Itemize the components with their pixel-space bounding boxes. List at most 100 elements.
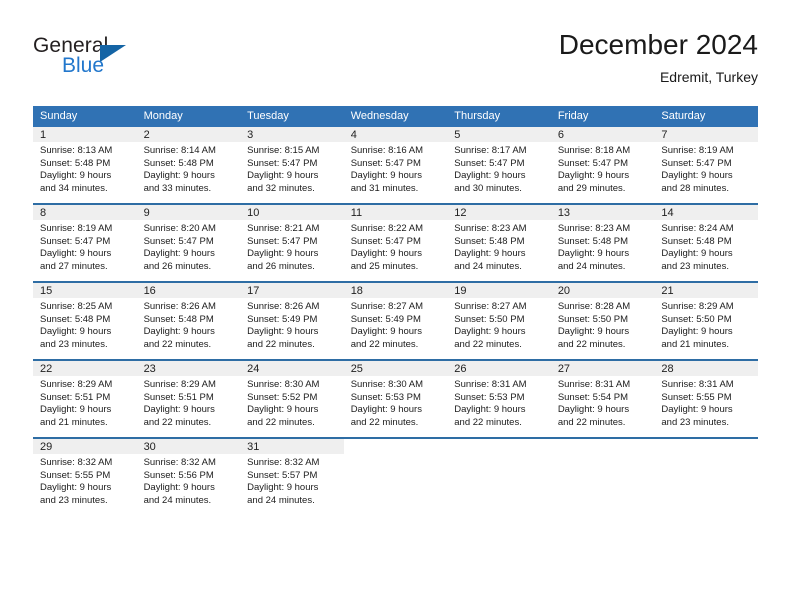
daylight-text-line1: Daylight: 9 hours [557,326,630,338]
daylight-text-line2: and 23 minutes. [40,338,108,350]
day-number: 23 [136,361,241,376]
sunset-text: Sunset: 5:48 PM [557,235,629,247]
sunrise-text: Sunrise: 8:29 AM [661,301,734,312]
daylight-text-line2: and 24 minutes. [454,260,522,272]
daylight-text-line1: Daylight: 9 hours [40,248,112,260]
daylight-text-line2: and 22 minutes. [350,338,419,350]
day-cell[interactable]: 11 Sunrise: 8:22 AM Sunset: 5:47 PM Dayl… [343,203,448,282]
day-cell[interactable]: 5 Sunrise: 8:17 AM Sunset: 5:47 PM Dayli… [447,127,551,204]
day-cell[interactable]: 8 Sunrise: 8:19 AM Sunset: 5:47 PM Dayli… [33,203,137,282]
day-number: 1 [33,127,137,142]
day-cell[interactable]: 9 Sunrise: 8:20 AM Sunset: 5:47 PM Dayli… [136,203,241,282]
day-cell[interactable]: 15 Sunrise: 8:25 AM Sunset: 5:48 PM Dayl… [33,281,137,360]
day-cell[interactable]: 31 Sunrise: 8:32 AM Sunset: 5:57 PM Dayl… [240,437,344,515]
day-cell[interactable]: 20 Sunrise: 8:28 AM Sunset: 5:50 PM Dayl… [550,281,655,360]
daylight-text-line1: Daylight: 9 hours [247,326,319,338]
weekday-header-monday: Monday [136,106,241,127]
calendar-week-row: 22 Sunrise: 8:29 AM Sunset: 5:51 PM Dayl… [33,359,758,438]
daylight-text-line1: Daylight: 9 hours [661,404,733,416]
sunset-text: Sunset: 5:48 PM [143,313,214,325]
day-number: 26 [447,361,551,376]
sunrise-text: Sunrise: 8:19 AM [661,145,734,156]
page-header: General Blue December 2024 Edremit, Turk… [33,28,758,100]
daylight-text-line2: and 22 minutes. [454,416,522,428]
day-cell[interactable]: 14 Sunrise: 8:24 AM Sunset: 5:48 PM Dayl… [654,203,758,282]
day-cell[interactable]: 4 Sunrise: 8:16 AM Sunset: 5:47 PM Dayli… [343,127,448,204]
sunrise-text: Sunrise: 8:23 AM [557,223,631,234]
day-number: 21 [654,283,758,298]
day-number: 25 [343,361,448,376]
day-cell[interactable]: 30 Sunrise: 8:32 AM Sunset: 5:56 PM Dayl… [136,437,241,515]
daylight-text-line1: Daylight: 9 hours [40,170,112,182]
sunset-text: Sunset: 5:47 PM [454,157,525,169]
daylight-text-line2: and 23 minutes. [661,416,729,428]
sunset-text: Sunset: 5:47 PM [661,157,732,169]
daylight-text-line2: and 30 minutes. [454,182,522,194]
weekday-header-wednesday: Wednesday [343,106,448,127]
daylight-text-line1: Daylight: 9 hours [350,248,422,260]
day-cell[interactable]: 13 Sunrise: 8:23 AM Sunset: 5:48 PM Dayl… [550,203,655,282]
day-number: 14 [654,205,758,220]
sunset-text: Sunset: 5:47 PM [350,235,421,247]
sunset-text: Sunset: 5:49 PM [350,313,421,325]
weekday-header-sunday: Sunday [33,106,137,127]
sunrise-text: Sunrise: 8:26 AM [247,301,320,312]
sunrise-text: Sunrise: 8:31 AM [661,379,734,390]
day-cell[interactable]: 22 Sunrise: 8:29 AM Sunset: 5:51 PM Dayl… [33,359,137,438]
sunrise-text: Sunrise: 8:24 AM [661,223,734,234]
day-cell[interactable]: 25 Sunrise: 8:30 AM Sunset: 5:53 PM Dayl… [343,359,448,438]
day-cell[interactable]: 1 Sunrise: 8:13 AM Sunset: 5:48 PM Dayli… [33,127,137,204]
day-cell[interactable]: 18 Sunrise: 8:27 AM Sunset: 5:49 PM Dayl… [343,281,448,360]
sunrise-text: Sunrise: 8:20 AM [143,223,216,234]
day-cell[interactable]: 26 Sunrise: 8:31 AM Sunset: 5:53 PM Dayl… [447,359,551,438]
daylight-text-line1: Daylight: 9 hours [661,248,733,260]
sunset-text: Sunset: 5:48 PM [661,235,732,247]
day-number: 4 [343,127,448,142]
daylight-text-line2: and 24 minutes. [143,494,212,506]
daylight-text-line2: and 22 minutes. [143,338,212,350]
day-cell[interactable]: 24 Sunrise: 8:30 AM Sunset: 5:52 PM Dayl… [240,359,344,438]
daylight-text-line1: Daylight: 9 hours [454,248,526,260]
day-cell[interactable]: 16 Sunrise: 8:26 AM Sunset: 5:48 PM Dayl… [136,281,241,360]
day-cell[interactable]: 3 Sunrise: 8:15 AM Sunset: 5:47 PM Dayli… [240,127,344,204]
sunset-text: Sunset: 5:47 PM [350,157,421,169]
calendar-week-row: 15 Sunrise: 8:25 AM Sunset: 5:48 PM Dayl… [33,281,758,360]
calendar-week-row: 8 Sunrise: 8:19 AM Sunset: 5:47 PM Dayli… [33,203,758,282]
daylight-text-line1: Daylight: 9 hours [40,404,112,416]
logo-text-blue: Blue [62,54,105,77]
daylight-text-line1: Daylight: 9 hours [143,326,215,338]
daylight-text-line2: and 24 minutes. [247,494,315,506]
sunrise-text: Sunrise: 8:32 AM [40,457,113,468]
day-cell[interactable]: 29 Sunrise: 8:32 AM Sunset: 5:55 PM Dayl… [33,437,137,515]
day-number: 20 [550,283,655,298]
day-cell[interactable]: 23 Sunrise: 8:29 AM Sunset: 5:51 PM Dayl… [136,359,241,438]
day-cell[interactable]: 6 Sunrise: 8:18 AM Sunset: 5:47 PM Dayli… [550,127,655,204]
day-cell[interactable]: 7 Sunrise: 8:19 AM Sunset: 5:47 PM Dayli… [654,127,758,204]
sunrise-text: Sunrise: 8:30 AM [350,379,424,390]
sunset-text: Sunset: 5:51 PM [143,391,214,403]
sunrise-text: Sunrise: 8:19 AM [40,223,113,234]
daylight-text-line1: Daylight: 9 hours [143,404,215,416]
day-cell[interactable]: 28 Sunrise: 8:31 AM Sunset: 5:55 PM Dayl… [654,359,758,438]
sunset-text: Sunset: 5:51 PM [40,391,111,403]
daylight-text-line1: Daylight: 9 hours [557,248,630,260]
sunset-text: Sunset: 5:50 PM [557,313,629,325]
day-cell[interactable]: 10 Sunrise: 8:21 AM Sunset: 5:47 PM Dayl… [240,203,344,282]
sunset-text: Sunset: 5:53 PM [350,391,421,403]
day-number: 24 [240,361,344,376]
sunrise-text: Sunrise: 8:23 AM [454,223,527,234]
day-cell[interactable]: 2 Sunrise: 8:14 AM Sunset: 5:48 PM Dayli… [136,127,241,204]
sunrise-text: Sunrise: 8:30 AM [247,379,320,390]
day-number [550,439,655,454]
day-cell[interactable]: 12 Sunrise: 8:23 AM Sunset: 5:48 PM Dayl… [447,203,551,282]
sunrise-text: Sunrise: 8:31 AM [557,379,631,390]
day-cell[interactable]: 17 Sunrise: 8:26 AM Sunset: 5:49 PM Dayl… [240,281,344,360]
day-number: 16 [136,283,241,298]
day-number: 11 [343,205,448,220]
day-cell[interactable]: 27 Sunrise: 8:31 AM Sunset: 5:54 PM Dayl… [550,359,655,438]
daylight-text-line2: and 26 minutes. [143,260,212,272]
day-cell[interactable]: 21 Sunrise: 8:29 AM Sunset: 5:50 PM Dayl… [654,281,758,360]
daylight-text-line2: and 27 minutes. [40,260,108,272]
day-number [654,439,758,454]
day-cell[interactable]: 19 Sunrise: 8:27 AM Sunset: 5:50 PM Dayl… [447,281,551,360]
